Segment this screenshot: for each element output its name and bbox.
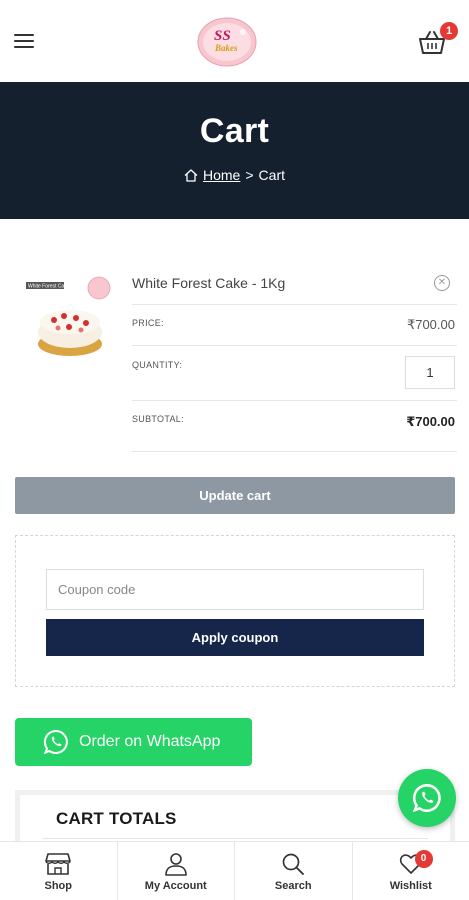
price-value: ₹700.00 — [406, 317, 455, 332]
remove-item-icon[interactable]: ✕ — [434, 275, 450, 291]
nav-my-account-label: My Account — [144, 880, 207, 892]
nav-search-label: Search — [274, 880, 312, 892]
coupon-section — [15, 535, 455, 687]
coupon-code-input[interactable] — [46, 569, 424, 610]
user-icon — [164, 853, 187, 876]
header: SS Bakes 1 — [0, 0, 469, 82]
nav-wishlist[interactable]: 0 Wishlist — [353, 842, 469, 900]
nav-wishlist-label: Wishlist — [389, 880, 432, 892]
product-thumbnail[interactable]: White Forest Cake — [24, 274, 114, 364]
hamburger-menu-icon[interactable] — [14, 34, 34, 50]
search-icon — [282, 853, 305, 875]
breadcrumb-home-link[interactable]: Home — [203, 167, 240, 183]
nav-shop-label: Shop — [44, 880, 73, 892]
cart-totals-title: CART TOTALS — [56, 809, 177, 828]
cart-count-badge: 1 — [440, 22, 458, 40]
breadcrumb-separator: > — [245, 167, 254, 183]
divider — [132, 345, 457, 346]
apply-coupon-button[interactable]: Apply coupon — [46, 619, 424, 656]
bottom-navigation: Shop My Account Search 0 Wishlist — [0, 841, 469, 900]
shop-icon — [45, 853, 72, 875]
wishlist-count-badge: 0 — [414, 850, 433, 868]
order-on-whatsapp-label: Order on WhatsApp — [79, 733, 221, 750]
nav-my-account[interactable]: My Account — [118, 842, 235, 900]
brand-logo[interactable]: SS Bakes — [197, 17, 257, 67]
breadcrumb: Home > Cart — [0, 167, 469, 183]
svg-text:SS: SS — [214, 28, 231, 44]
nav-shop[interactable]: Shop — [0, 842, 118, 900]
divider — [132, 400, 457, 401]
breadcrumb-current: Cart — [258, 167, 285, 183]
thumbnail-label: White Forest Cake — [28, 284, 70, 290]
divider — [42, 838, 428, 839]
page-hero: Cart Home > Cart — [0, 82, 469, 219]
whatsapp-icon — [412, 784, 441, 813]
quantity-input[interactable] — [405, 356, 455, 389]
update-cart-button[interactable]: Update cart — [15, 477, 455, 514]
page-title: Cart — [199, 112, 270, 150]
divider — [132, 304, 457, 305]
subtotal-value: ₹700.00 — [406, 414, 455, 429]
cart-item-name[interactable]: White Forest Cake - 1Kg — [132, 275, 285, 291]
home-icon — [184, 168, 198, 182]
svg-text:Bakes: Bakes — [214, 43, 238, 53]
whatsapp-icon — [43, 729, 68, 755]
subtotal-label: SUBTOTAL: — [132, 414, 184, 424]
whatsapp-chat-button[interactable] — [398, 769, 456, 827]
price-label: PRICE: — [132, 318, 164, 328]
divider — [132, 451, 457, 452]
nav-search[interactable]: Search — [235, 842, 353, 900]
order-on-whatsapp-button[interactable]: Order on WhatsApp — [15, 718, 252, 766]
quantity-label: QUANTITY: — [132, 360, 183, 370]
